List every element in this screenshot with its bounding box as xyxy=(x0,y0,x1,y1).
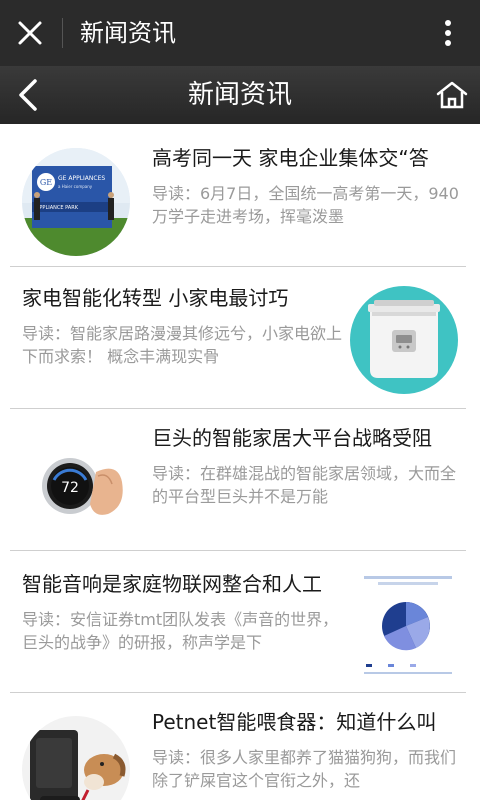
page-title: 新闻资讯 xyxy=(187,80,292,110)
home-icon[interactable] xyxy=(432,75,472,115)
sign-text-brand: GE APPLIANCES xyxy=(58,175,105,182)
ge-appliances-sign-image: GE GE APPLIANCES a Haier company APPLIAN… xyxy=(22,148,130,256)
news-summary: 导读：智能家居路漫漫其修远兮，小家电欲上下而求索！ 概念丰满现实骨 xyxy=(22,324,343,366)
news-list: GE GE APPLIANCES a Haier company APPLIAN… xyxy=(0,124,480,800)
close-icon[interactable] xyxy=(10,13,50,53)
pie-chart-report-image xyxy=(358,570,458,678)
thermostat-value: 72 xyxy=(61,480,79,496)
pet-feeder-image xyxy=(22,716,130,800)
news-headline: 智能音响是家庭物联网整合和人工 xyxy=(22,572,322,596)
news-item[interactable]: Petnet智能喂食器：知道什么叫 导读：很多人家里都养了猫猫狗狗，而我们除了铲… xyxy=(0,692,480,800)
rice-cooker-image xyxy=(350,286,458,394)
news-summary: 导读：很多人家里都养了猫猫狗狗，而我们除了铲屎官这个官衔之外，还 xyxy=(152,748,457,790)
news-headline: Petnet智能喂食器：知道什么叫 xyxy=(152,710,437,734)
wechat-top-bar: 新闻资讯 xyxy=(0,0,480,66)
smart-thermostat-image: 72 xyxy=(22,432,130,540)
back-icon[interactable] xyxy=(8,75,48,115)
news-item[interactable]: 72 巨头的智能家居大平台战略受阻 导读：在群雄混战的智能家居领域，大而全的平台… xyxy=(0,408,480,550)
news-headline: 巨头的智能家居大平台战略受阻 xyxy=(152,426,432,450)
sign-text-sub: a Haier company xyxy=(58,184,93,189)
sign-text-park: APPLIANCE PARK xyxy=(36,205,79,211)
more-options-icon[interactable] xyxy=(436,13,460,53)
page-header: 新闻资讯 xyxy=(0,66,480,124)
topbar-divider xyxy=(62,18,63,48)
news-summary: 导读：安信证券tmt团队发表《声音的世界，巨头的战争》的研报，称声学是下 xyxy=(22,610,339,652)
news-item[interactable]: 智能音响是家庭物联网整合和人工 导读：安信证券tmt团队发表《声音的世界，巨头的… xyxy=(0,550,480,692)
news-item[interactable]: GE GE APPLIANCES a Haier company APPLIAN… xyxy=(0,124,480,266)
topbar-title: 新闻资讯 xyxy=(80,19,176,47)
news-summary: 导读：6月7日，全国统一高考第一天，940万学子走进考场，挥毫泼墨 xyxy=(152,184,459,226)
news-item[interactable]: 家电智能化转型 小家电最讨巧 导读：智能家居路漫漫其修远兮，小家电欲上下而求索！… xyxy=(0,266,480,408)
news-headline: 高考同一天 家电企业集体交“答 xyxy=(152,146,429,170)
svg-text:GE: GE xyxy=(40,178,52,187)
news-headline: 家电智能化转型 小家电最讨巧 xyxy=(22,286,289,310)
news-summary: 导读：在群雄混战的智能家居领域，大而全的平台型巨头并不是万能 xyxy=(152,464,457,506)
